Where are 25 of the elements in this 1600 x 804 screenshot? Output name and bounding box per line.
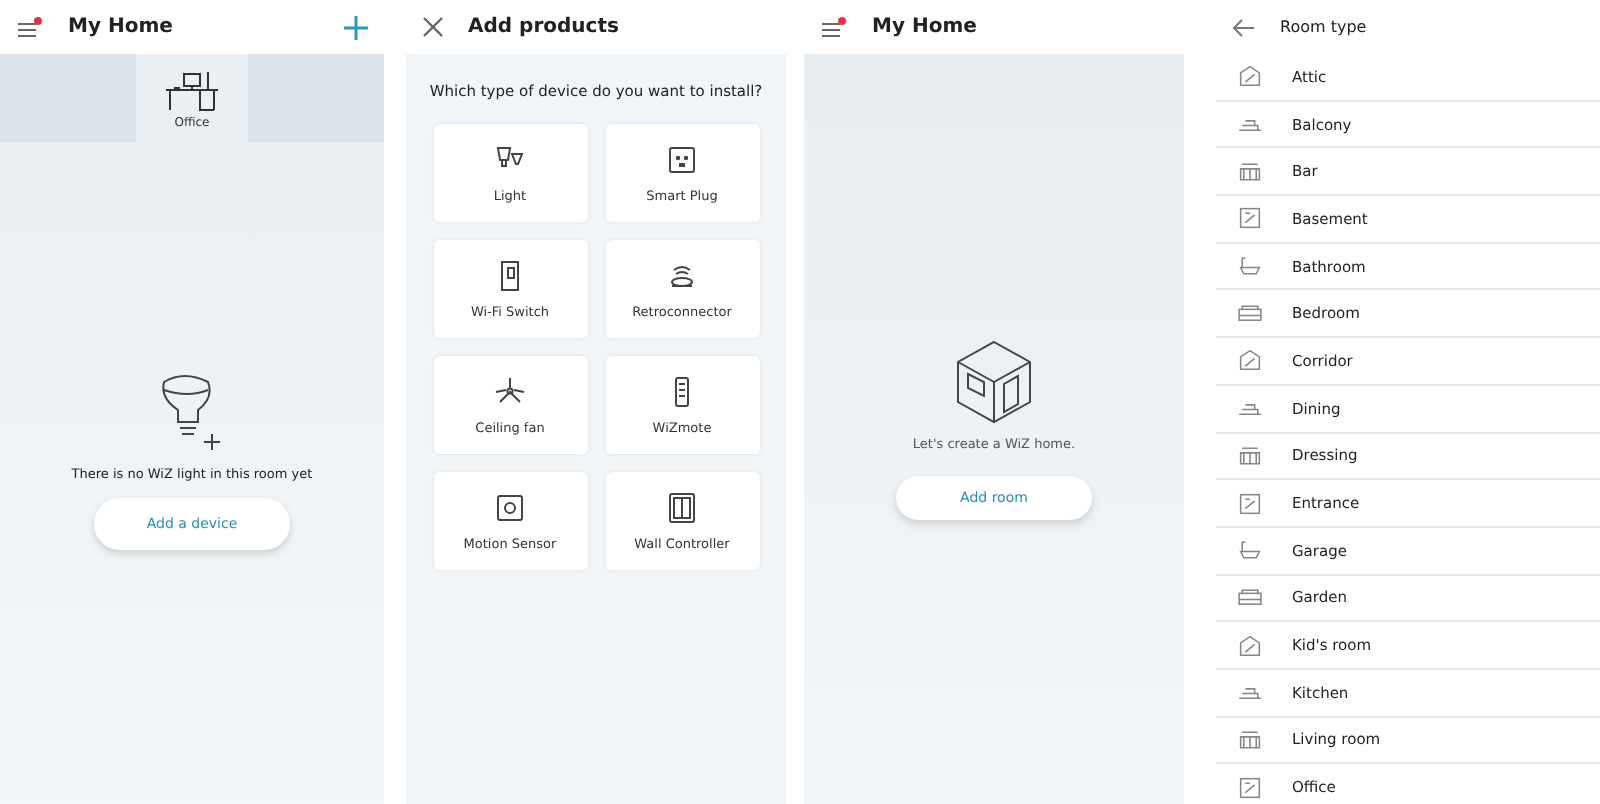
- room-icon: [1236, 62, 1264, 91]
- room-icon: [1236, 725, 1264, 754]
- room-icon: [1236, 489, 1264, 518]
- room-cube-icon: [954, 340, 1034, 424]
- panel-icon: [664, 490, 700, 526]
- room-icon: [1236, 441, 1264, 470]
- room-icon: [1236, 631, 1264, 660]
- room-icon: [1236, 252, 1264, 281]
- plug-icon: [664, 142, 700, 178]
- desk-icon: [162, 67, 222, 111]
- add-icon[interactable]: [344, 15, 368, 39]
- room-icon: [1236, 536, 1264, 565]
- screen-title: My Home: [68, 16, 175, 38]
- room-icon: [1236, 157, 1264, 186]
- room-icon: [1236, 773, 1264, 802]
- room-icon: [1236, 346, 1264, 375]
- menu-icon[interactable]: [820, 15, 848, 39]
- screen-title: My Home: [872, 16, 979, 38]
- screen-title: Add products: [468, 16, 621, 38]
- screen-title: Room type: [1280, 18, 1369, 36]
- back-icon[interactable]: [1232, 17, 1256, 37]
- room-icon: [1236, 204, 1264, 233]
- menu-icon[interactable]: [16, 15, 44, 39]
- sensor-icon: [492, 490, 528, 526]
- close-icon[interactable]: [422, 16, 444, 38]
